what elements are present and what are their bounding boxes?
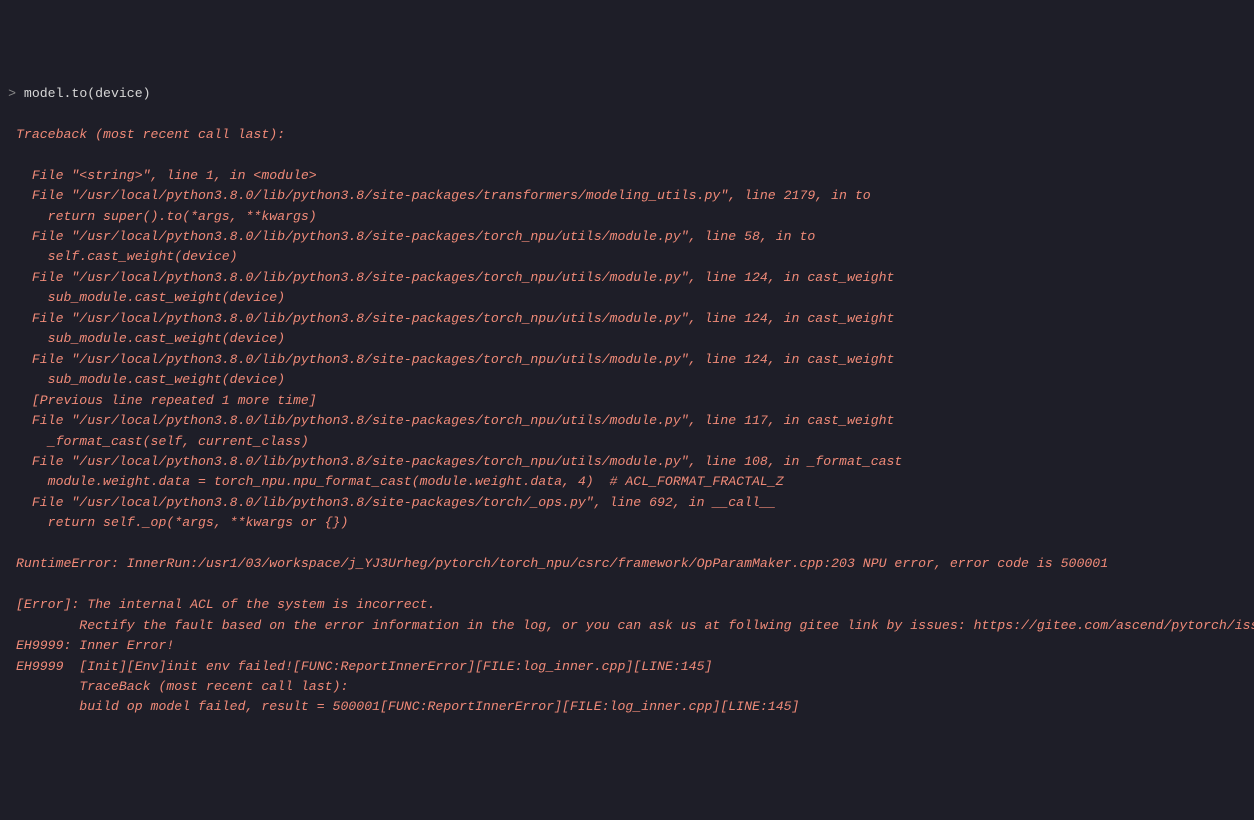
traceback-header: Traceback (most recent call last): — [2, 125, 1252, 145]
error-post-line: EH9999 [Init][Env]init env failed![FUNC:… — [2, 657, 1252, 677]
repl-prompt-line: > model.to(device) — [2, 84, 1252, 104]
traceback-frame-code: module.weight.data = torch_npu.npu_forma… — [2, 472, 1252, 492]
traceback-frame-loc: File "/usr/local/python3.8.0/lib/python3… — [2, 227, 1252, 247]
traceback-frame-loc: File "/usr/local/python3.8.0/lib/python3… — [2, 493, 1252, 513]
error-post-line: build op model failed, result = 500001[F… — [2, 697, 1252, 717]
traceback-frame-code: sub_module.cast_weight(device) — [2, 288, 1252, 308]
traceback-frame-code: _format_cast(self, current_class) — [2, 432, 1252, 452]
traceback-frame-code: return super().to(*args, **kwargs) — [2, 207, 1252, 227]
traceback-frame-code: return self._op(*args, **kwargs or {}) — [2, 513, 1252, 533]
traceback-frame-code: sub_module.cast_weight(device) — [2, 329, 1252, 349]
exception-line: RuntimeError: InnerRun:/usr1/03/workspac… — [2, 554, 1252, 574]
traceback-frame-code: sub_module.cast_weight(device) — [2, 370, 1252, 390]
repl-input: model.to(device) — [24, 86, 151, 101]
error-post-line: Rectify the fault based on the error inf… — [2, 616, 1252, 636]
error-post-line: TraceBack (most recent call last): — [2, 677, 1252, 697]
traceback-frame-loc: File "<string>", line 1, in <module> — [2, 166, 1252, 186]
error-post-line: EH9999: Inner Error! — [2, 636, 1252, 656]
error-post-line: [Error]: The internal ACL of the system … — [2, 595, 1252, 615]
prompt-symbol: > — [2, 84, 16, 104]
traceback-frame-loc: File "/usr/local/python3.8.0/lib/python3… — [2, 268, 1252, 288]
traceback-frame-loc: File "/usr/local/python3.8.0/lib/python3… — [2, 309, 1252, 329]
traceback-frame-loc: [Previous line repeated 1 more time] — [2, 391, 1252, 411]
traceback-frame-loc: File "/usr/local/python3.8.0/lib/python3… — [2, 452, 1252, 472]
traceback-frame-code: self.cast_weight(device) — [2, 247, 1252, 267]
traceback-frame-loc: File "/usr/local/python3.8.0/lib/python3… — [2, 411, 1252, 431]
traceback-frame-loc: File "/usr/local/python3.8.0/lib/python3… — [2, 186, 1252, 206]
traceback-frame-loc: File "/usr/local/python3.8.0/lib/python3… — [2, 350, 1252, 370]
